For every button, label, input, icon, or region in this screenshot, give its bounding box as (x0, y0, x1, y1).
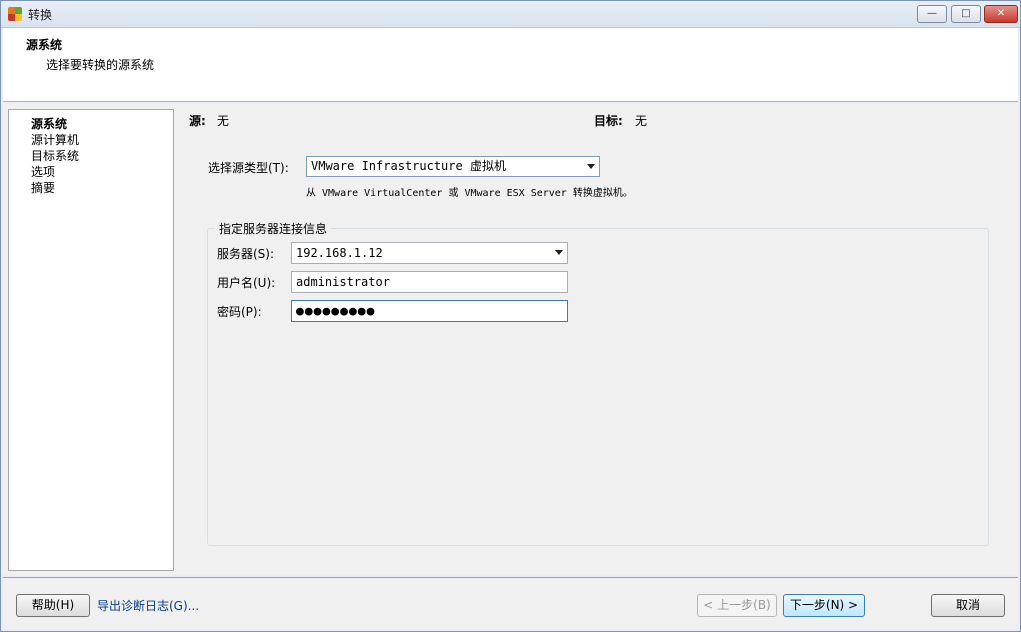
server-value: 192.168.1.12 (296, 246, 383, 260)
target-value: 无 (635, 114, 648, 128)
source-type-hint: 从 VMware VirtualCenter 或 VMware ESX Serv… (306, 188, 633, 199)
cancel-button[interactable]: 取消 (931, 594, 1005, 617)
wizard-body: 源系统 源计算机 目标系统 选项 摘要 源: 无 目标: 无 选择源类型(T):… (3, 103, 1018, 575)
back-button[interactable]: < 上一步(B) (697, 594, 777, 617)
source-type-label: 选择源类型(T): (208, 161, 289, 175)
wizard-content: 源: 无 目标: 无 选择源类型(T): VMware Infrastructu… (179, 103, 1018, 575)
maximize-button[interactable]: □ (951, 5, 981, 23)
password-mask: ●●●●●●●●● (296, 304, 376, 319)
close-icon: ✕ (996, 8, 1006, 19)
next-button[interactable]: 下一步(N) > (783, 594, 865, 617)
converter-window: 转换 — □ ✕ 源系统 选择要转换的源系统 源系统 源计算机 目标系统 选项 … (0, 0, 1021, 632)
username-label: 用户名(U): (217, 276, 276, 290)
server-combobox[interactable]: 192.168.1.12 (291, 242, 568, 264)
target-label: 目标: (594, 114, 623, 128)
source-label: 源: (189, 114, 206, 128)
export-log-link[interactable]: 导出诊断日志(G)... (97, 597, 199, 614)
minimize-button[interactable]: — (917, 5, 947, 23)
username-input[interactable]: administrator (291, 271, 568, 293)
minimize-icon: — (927, 8, 937, 19)
title-bar: 转换 — □ ✕ (1, 1, 1020, 28)
maximize-icon: □ (961, 8, 971, 19)
nav-item-source-system[interactable]: 源系统 (31, 115, 67, 132)
wizard-steps-panel: 源系统 源计算机 目标系统 选项 摘要 (8, 109, 174, 571)
source-type-select[interactable]: VMware Infrastructure 虚拟机 (306, 156, 600, 177)
password-input[interactable]: ●●●●●●●●● (291, 300, 568, 322)
wizard-footer: 帮助(H) 导出诊断日志(G)... < 上一步(B) 下一步(N) > 取消 (3, 577, 1018, 630)
nav-item-source-machine[interactable]: 源计算机 (31, 131, 79, 148)
nav-item-options[interactable]: 选项 (31, 163, 55, 180)
nav-item-target-system[interactable]: 目标系统 (31, 147, 79, 164)
username-value: administrator (296, 275, 390, 289)
source-value: 无 (217, 114, 230, 128)
source-type-value: VMware Infrastructure 虚拟机 (311, 159, 506, 173)
chevron-down-icon (555, 250, 563, 255)
server-group-legend: 指定服务器连接信息 (215, 220, 332, 237)
nav-item-summary[interactable]: 摘要 (31, 179, 55, 196)
chevron-down-icon (587, 164, 595, 169)
converter-app-icon (8, 7, 22, 21)
server-label: 服务器(S): (217, 247, 275, 261)
window-title: 转换 (28, 8, 53, 22)
close-button[interactable]: ✕ (984, 5, 1018, 23)
page-subtitle: 选择要转换的源系统 (46, 58, 155, 72)
page-title: 源系统 (26, 38, 63, 52)
password-label: 密码(P): (217, 305, 262, 319)
help-button[interactable]: 帮助(H) (16, 594, 90, 617)
wizard-header: 源系统 选择要转换的源系统 (3, 28, 1018, 102)
